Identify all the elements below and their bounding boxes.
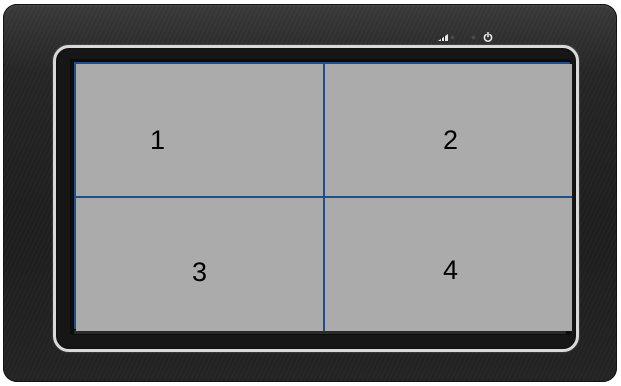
pane-label: 4 [442, 255, 459, 285]
quad-split-screen: 1 2 3 4 [74, 62, 572, 331]
power-icon[interactable] [483, 32, 493, 42]
status-led-icon [450, 35, 455, 40]
screen-pane-3[interactable]: 3 [76, 197, 324, 331]
screen-pane-1[interactable]: 1 [76, 64, 324, 197]
status-led-icon [471, 35, 476, 40]
pane-label: 2 [442, 124, 459, 155]
screen-pane-4[interactable]: 4 [324, 197, 572, 331]
pane-label: 3 [191, 257, 208, 287]
signal-bars-icon [438, 34, 448, 41]
screen-pane-2[interactable]: 2 [324, 64, 572, 197]
pane-label: 1 [149, 124, 166, 155]
